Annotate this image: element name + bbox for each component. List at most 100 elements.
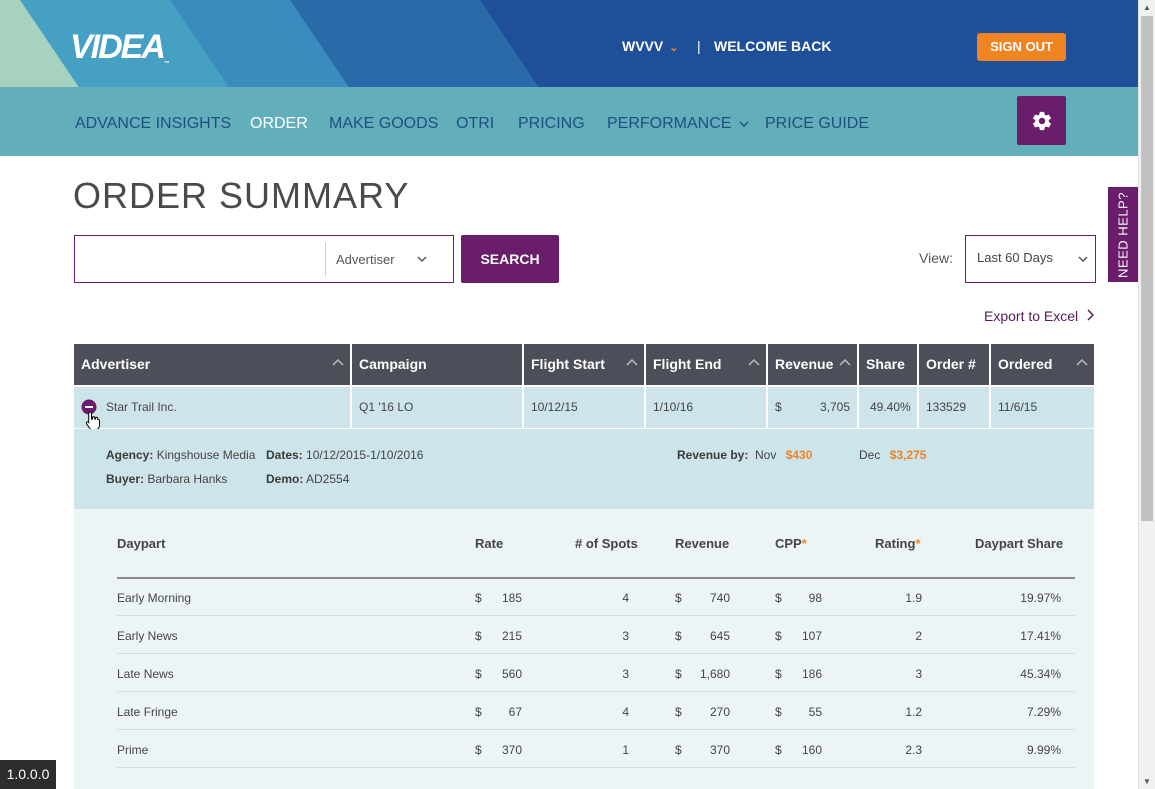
nav-item-make-goods[interactable]: MAKE GOODS [329, 115, 438, 133]
column-header-revenue[interactable]: Revenue [768, 344, 857, 385]
chevron-down-icon[interactable] [415, 249, 429, 269]
daypart-name: Early News [117, 629, 178, 643]
nav-item-order[interactable]: ORDER [250, 115, 308, 133]
share-value: 45.34% [1020, 667, 1061, 681]
scroll-thumb[interactable] [1141, 16, 1153, 521]
order-detail: Agency: Kingshouse Media Dates: 10/12/20… [74, 429, 1094, 509]
spots-value: 3 [622, 667, 629, 681]
view-label: View: [919, 250, 953, 266]
column-header-order-number[interactable]: Order # [919, 344, 989, 385]
agency-info: Agency: Kingshouse Media [106, 448, 255, 462]
agency-label: Agency: [106, 448, 154, 462]
nav-item-performance[interactable]: PERFORMANCE [607, 115, 749, 133]
cpp-value: 55 [808, 705, 822, 719]
scroll-up-icon[interactable]: ▲ [1143, 3, 1151, 12]
scroll-down-icon[interactable]: ▼ [1143, 777, 1151, 786]
revenue-value: 645 [709, 629, 730, 643]
daypart-name: Prime [117, 743, 149, 757]
daypart-row: Prime $ 370 1 $ 370 $ 160 2.3 9.99% [117, 730, 1075, 768]
daypart-row: Late Fringe $ 67 4 $ 270 $ 55 1.2 7.29% [117, 692, 1075, 730]
sort-arrow-icon [748, 358, 760, 366]
export-label: Export to Excel [984, 308, 1079, 324]
dates-label: Dates: [266, 448, 303, 462]
revenue-value: 740 [709, 591, 730, 605]
settings-button[interactable] [1017, 96, 1066, 145]
currency-symbol: $ [775, 400, 782, 414]
chevron-right-icon [1087, 309, 1095, 321]
header-separator: | [697, 38, 701, 54]
currency-symbol: $ [675, 629, 682, 643]
column-header-label: Order # [926, 356, 976, 372]
cpp-value: 98 [808, 591, 822, 605]
search-box: Advertiser [74, 235, 454, 283]
sign-out-button[interactable]: SIGN OUT [977, 33, 1066, 61]
station-selector[interactable]: WVVV ⌄ [622, 38, 678, 54]
table-cell-share: 49.40% [859, 387, 917, 428]
demo-value: AD2554 [306, 472, 350, 486]
daypart-name: Late Fringe [117, 705, 178, 719]
share-col-header: Daypart Share [975, 536, 1064, 551]
page-scrollbar[interactable]: ▲ ▼ [1138, 0, 1155, 789]
month-label: Nov [755, 448, 777, 462]
campaign-value: Q1 '16 LO [359, 400, 414, 414]
table-cell-campaign: Q1 '16 LO [352, 387, 522, 428]
share-value: 7.29% [1026, 705, 1061, 719]
rate-value: 370 [501, 743, 522, 757]
nav-item-advance-insights[interactable]: ADVANCE INSIGHTS [75, 115, 231, 133]
search-type-select[interactable]: Advertiser [336, 252, 395, 267]
table-cell-advertiser[interactable]: Star Trail Inc. [74, 387, 350, 431]
chevron-down-icon [1078, 256, 1088, 263]
column-header-flight-end[interactable]: Flight End [646, 344, 766, 385]
currency-symbol: $ [775, 705, 782, 719]
agency-value: Kingshouse Media [156, 448, 256, 462]
search-input[interactable] [75, 236, 325, 282]
flight-end-value: 1/10/16 [653, 400, 694, 414]
ordered-value: 11/6/15 [998, 400, 1038, 414]
month-value: $3,275 [889, 448, 927, 462]
demo-label: Demo: [266, 472, 304, 486]
search-button[interactable]: SEARCH [461, 235, 559, 283]
cpp-value: 160 [801, 743, 822, 757]
spots-col-header: # of Spots [575, 536, 638, 551]
gear-icon [1032, 111, 1051, 130]
rate-value: 185 [501, 591, 522, 605]
cpp-col-header: CPP* [775, 536, 807, 551]
column-header-flight-start[interactable]: Flight Start [524, 344, 644, 385]
export-to-excel-link[interactable]: Export to Excel [984, 308, 1095, 324]
videa-logo[interactable]: VIDEA™ [70, 28, 170, 67]
column-header-advertiser[interactable]: Advertiser [74, 344, 350, 385]
column-header-ordered[interactable]: Ordered [991, 344, 1094, 385]
table-cell-flight-end: 1/10/16 [646, 387, 766, 428]
sort-arrow-icon [1076, 358, 1088, 366]
rate-value: 67 [508, 705, 522, 719]
column-header-campaign[interactable]: Campaign [352, 344, 522, 385]
nav-item-pricing[interactable]: PRICING [518, 115, 585, 133]
daypart-name: Late News [117, 667, 174, 681]
cpp-value: 107 [801, 629, 822, 643]
share-value: 9.99% [1026, 743, 1061, 757]
buyer-value: Barbara Hanks [147, 472, 228, 486]
rating-value: 3 [915, 667, 922, 681]
revenue-value: 270 [709, 705, 730, 719]
version-badge: 1.0.0.0 [0, 760, 56, 789]
spots-value: 4 [622, 705, 629, 719]
advertiser-name: Star Trail Inc. [106, 400, 177, 414]
column-header-label: Flight End [653, 356, 722, 372]
page: VIDEA™ WVVV ⌄ | WELCOME BACK SIGN OUT ADV… [0, 0, 1155, 789]
currency-symbol: $ [775, 591, 782, 605]
nav-item-price-guide[interactable]: PRICE GUIDE [765, 115, 869, 133]
nav-item-otri[interactable]: OTRI [456, 115, 494, 133]
spots-value: 1 [622, 743, 629, 757]
revenue-month-nov: Nov $430 [755, 448, 812, 462]
column-header-share[interactable]: Share [859, 344, 917, 385]
table-cell-order-number: 133529 [919, 387, 989, 428]
station-label: WVVV [622, 38, 664, 54]
column-header-label: Revenue [775, 356, 834, 372]
month-label: Dec [859, 448, 881, 462]
need-help-tab[interactable]: NEED HELP? [1108, 187, 1138, 282]
revenue-col-header: Revenue [675, 536, 730, 551]
view-select[interactable]: Last 60 Days [965, 235, 1096, 283]
required-asterisk: * [801, 536, 807, 551]
search-divider [325, 242, 326, 276]
revenue-month-dec: Dec $3,275 [859, 448, 926, 462]
